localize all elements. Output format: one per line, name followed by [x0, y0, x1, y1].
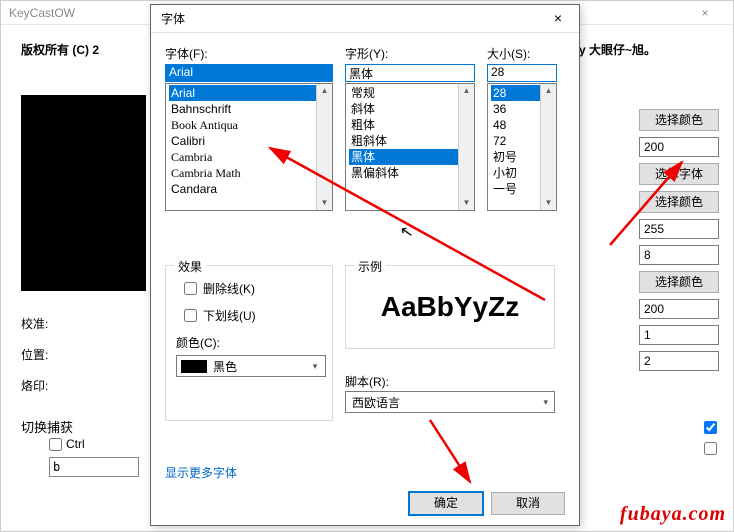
font-item[interactable]: Book Antiqua	[169, 117, 316, 133]
copyright-left: 版权所有 (C) 2	[21, 43, 99, 57]
ok-button[interactable]: 确定	[409, 492, 483, 515]
label-switch-capture: 切换捕获	[21, 417, 73, 436]
label-brand: 烙印:	[21, 377, 48, 394]
font-item[interactable]: Bahnschrift	[169, 101, 316, 117]
ctrl-checkbox[interactable]	[49, 438, 62, 451]
sample-groupbox: 示例 AaBbYyZz	[345, 265, 555, 349]
sample-text: AaBbYyZz	[381, 291, 519, 323]
ctrl-checkbox-row[interactable]: Ctrl	[49, 437, 85, 451]
choose-color-button-1[interactable]: 选择颜色	[639, 109, 719, 131]
sample-legend: 示例	[354, 258, 386, 275]
right-checkboxes	[704, 421, 717, 455]
left-labels: 校准: 位置: 烙印:	[21, 315, 48, 394]
dialog-body: 字体(F): Arial Arial Bahnschrift Book Anti…	[151, 33, 579, 525]
ctrl-label: Ctrl	[66, 437, 85, 451]
size-column: 大小(S): 28 28 36 48 72 初号 小初 一号	[487, 45, 557, 211]
size-item[interactable]: 小初	[491, 165, 540, 181]
font-dialog: 字体 × 字体(F): Arial Arial Bahnschrift Book…	[150, 4, 580, 526]
font-item[interactable]: Cambria	[169, 149, 316, 165]
dialog-title: 字体	[161, 10, 537, 27]
color-swatch-icon	[181, 360, 207, 373]
dialog-close-icon[interactable]: ×	[537, 5, 579, 33]
script-value: 西欧语言	[352, 394, 400, 411]
chevron-down-icon: ▾	[543, 397, 548, 408]
font-list[interactable]: Arial Bahnschrift Book Antiqua Calibri C…	[165, 83, 333, 211]
color-name: 黑色	[213, 358, 237, 375]
size-input[interactable]: 28	[487, 64, 557, 82]
label-position: 位置:	[21, 346, 48, 363]
script-combobox[interactable]: 西欧语言 ▾	[345, 391, 555, 413]
font-label: 字体(F):	[165, 45, 333, 62]
choose-color-button-3[interactable]: 选择颜色	[639, 271, 719, 293]
choose-font-button[interactable]: 选择字体	[639, 163, 719, 185]
right-column: 选择颜色 200 选择字体 选择颜色 255 8 选择颜色 200 1 2	[639, 109, 719, 371]
value-input-6[interactable]: 2	[639, 351, 719, 371]
strikeout-checkbox-row[interactable]: 删除线(K)	[184, 280, 322, 297]
font-column: 字体(F): Arial Arial Bahnschrift Book Anti…	[165, 45, 333, 211]
dialog-titlebar: 字体 ×	[151, 5, 579, 33]
font-scrollbar-icon[interactable]	[316, 84, 332, 210]
hotkey-input[interactable]	[49, 457, 139, 477]
style-label: 字形(Y):	[345, 45, 475, 62]
font-row: 字体(F): Arial Arial Bahnschrift Book Anti…	[165, 45, 565, 211]
style-item[interactable]: 黑体	[349, 149, 458, 165]
size-item[interactable]: 初号	[491, 149, 540, 165]
size-scrollbar-icon[interactable]	[540, 84, 556, 210]
style-item[interactable]: 常规	[349, 85, 458, 101]
right-checkbox-2[interactable]	[704, 442, 717, 455]
style-item[interactable]: 黑偏斜体	[349, 165, 458, 181]
label-calibrate: 校准:	[21, 315, 48, 332]
size-label: 大小(S):	[487, 45, 557, 62]
style-item[interactable]: 粗体	[349, 117, 458, 133]
font-item[interactable]: Arial	[169, 85, 316, 101]
value-input-1[interactable]: 200	[639, 137, 719, 157]
value-input-3[interactable]: 8	[639, 245, 719, 265]
underline-checkbox-row[interactable]: 下划线(U)	[184, 307, 322, 324]
strikeout-label: 删除线(K)	[203, 280, 255, 297]
size-item[interactable]: 28	[491, 85, 540, 101]
watermark: fubaya.com	[620, 503, 726, 526]
color-combobox[interactable]: 黑色 ▾	[176, 355, 326, 377]
right-checkbox-1[interactable]	[704, 421, 717, 434]
style-list[interactable]: 常规 斜体 粗体 粗斜体 黑体 黑偏斜体	[345, 83, 475, 211]
more-fonts-link[interactable]: 显示更多字体	[165, 464, 237, 481]
size-item[interactable]: 48	[491, 117, 540, 133]
value-input-5[interactable]: 1	[639, 325, 719, 345]
underline-label: 下划线(U)	[203, 307, 256, 324]
value-input-4[interactable]: 200	[639, 299, 719, 319]
effects-legend: 效果	[174, 258, 206, 275]
style-scrollbar-icon[interactable]	[458, 84, 474, 210]
script-label: 脚本(R):	[345, 373, 389, 390]
size-item[interactable]: 36	[491, 101, 540, 117]
copyright-right: y 大眼仔~旭。	[579, 41, 656, 58]
font-item[interactable]: Cambria Math	[169, 165, 316, 181]
cancel-button[interactable]: 取消	[491, 492, 565, 515]
value-input-2[interactable]: 255	[639, 219, 719, 239]
chevron-down-icon: ▾	[307, 358, 323, 374]
choose-color-button-2[interactable]: 选择颜色	[639, 191, 719, 213]
effects-groupbox: 效果 删除线(K) 下划线(U) 颜色(C): 黑色 ▾	[165, 265, 333, 421]
underline-checkbox[interactable]	[184, 309, 197, 322]
size-item[interactable]: 一号	[491, 181, 540, 197]
style-input[interactable]: 黑体	[345, 64, 475, 82]
style-column: 字形(Y): 黑体 常规 斜体 粗体 粗斜体 黑体 黑偏斜体	[345, 45, 475, 211]
dialog-buttons: 确定 取消	[409, 492, 565, 515]
size-item[interactable]: 72	[491, 133, 540, 149]
parent-close-icon[interactable]: ×	[685, 6, 725, 20]
font-input[interactable]: Arial	[165, 64, 333, 82]
color-label: 颜色(C):	[176, 334, 322, 351]
style-item[interactable]: 斜体	[349, 101, 458, 117]
font-item[interactable]: Calibri	[169, 133, 316, 149]
style-item[interactable]: 粗斜体	[349, 133, 458, 149]
strikeout-checkbox[interactable]	[184, 282, 197, 295]
font-item[interactable]: Candara	[169, 181, 316, 197]
preview-area	[21, 95, 146, 291]
size-list[interactable]: 28 36 48 72 初号 小初 一号	[487, 83, 557, 211]
